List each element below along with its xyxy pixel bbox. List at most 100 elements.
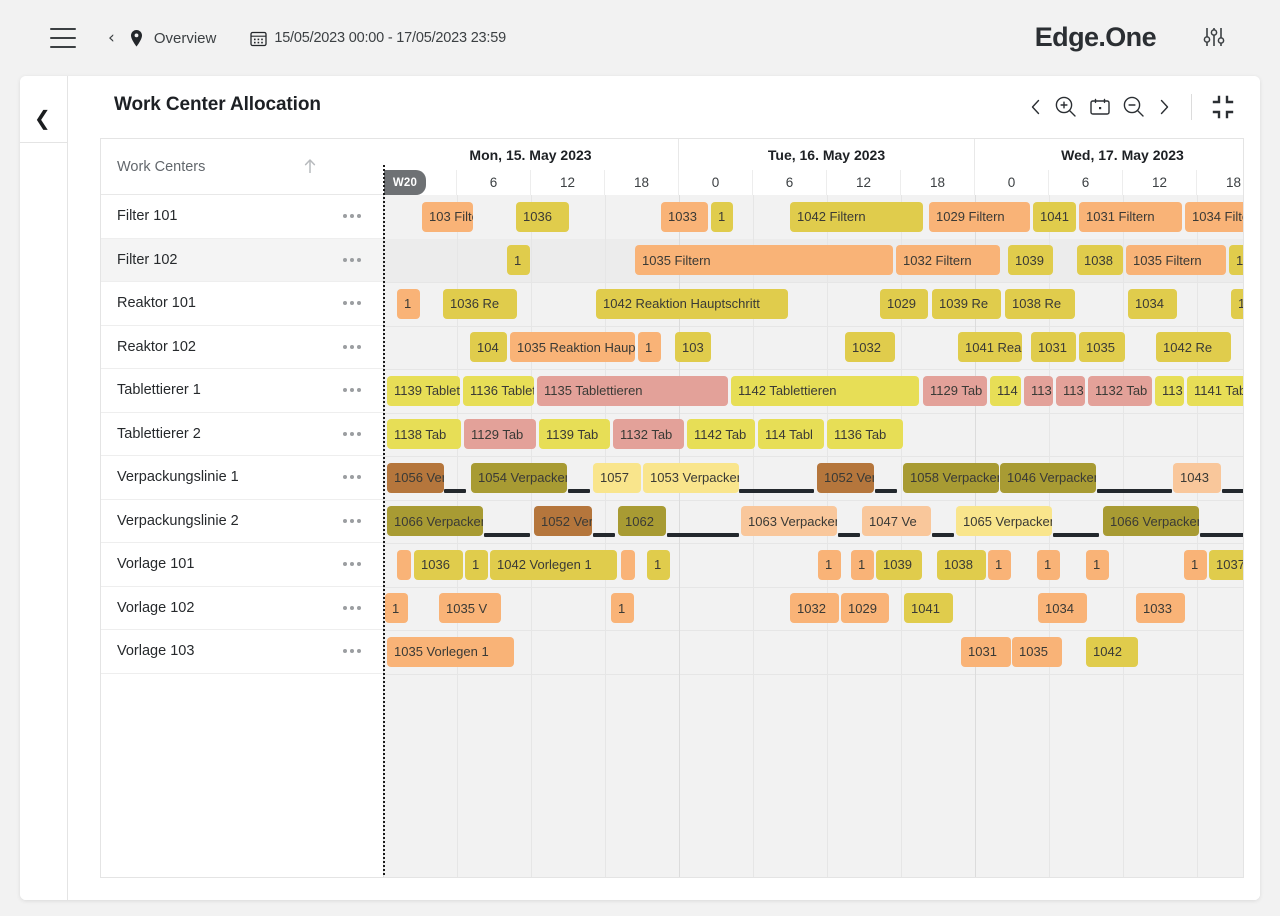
gantt-bar[interactable]: 1041 <box>1033 202 1076 232</box>
gantt-bar[interactable]: 1039 <box>1008 245 1053 275</box>
sidebar-item-vorlage-102[interactable]: Vorlage 102 <box>101 587 383 631</box>
gantt-bar[interactable]: 1129 Tab <box>464 419 536 449</box>
sliders-settings-icon[interactable] <box>1200 23 1228 56</box>
gantt-bar[interactable]: 1142 Tab <box>687 419 755 449</box>
gantt-bar[interactable]: 1046 Verpacken <box>1000 463 1096 493</box>
gantt-bar[interactable]: 103 <box>675 332 711 362</box>
gantt-bar[interactable]: 1135 Tablettieren <box>537 376 728 406</box>
gantt-bar[interactable]: 113 <box>1056 376 1085 406</box>
gantt-bar[interactable]: 1038 <box>937 550 986 580</box>
gantt-bar[interactable]: 1035 Filtern <box>635 245 893 275</box>
gantt-bar[interactable]: 1129 Tab <box>923 376 987 406</box>
ellipsis-icon[interactable] <box>343 475 361 479</box>
gantt-bar[interactable]: 1132 Tab <box>1088 376 1152 406</box>
gantt-bar[interactable]: 1 <box>1086 550 1109 580</box>
gantt-bar[interactable]: 1 <box>818 550 841 580</box>
gantt-bar[interactable]: 1034 <box>1128 289 1177 319</box>
gantt-bar[interactable]: 1052 Verpacken <box>534 506 592 536</box>
gantt-bar[interactable] <box>621 550 635 580</box>
gantt-bar[interactable]: 1031 <box>1031 332 1076 362</box>
sidebar-item-verpackungslinie-1[interactable]: Verpackungslinie 1 <box>101 456 383 500</box>
gantt-bar[interactable]: 1138 Tab <box>387 419 461 449</box>
gantt-bar[interactable]: 1034 Filtern <box>1185 202 1244 232</box>
gantt-bar[interactable]: 1132 Tab <box>613 419 684 449</box>
gantt-bar[interactable]: 1 <box>1037 550 1060 580</box>
sort-ascending-icon[interactable] <box>303 157 317 180</box>
gantt-bar[interactable]: 1136 Tablettieren <box>463 376 534 406</box>
gantt-bar[interactable]: 1042 Reaktion Hauptschritt <box>596 289 788 319</box>
gantt-bar[interactable]: 1058 Verpacken <box>903 463 999 493</box>
ellipsis-icon[interactable] <box>343 606 361 610</box>
gantt-bar[interactable]: 1035 Vorlegen 1 <box>387 637 514 667</box>
gantt-bar[interactable]: 1 <box>611 593 634 623</box>
gantt-bar[interactable]: 1039 <box>876 550 922 580</box>
gantt-bar[interactable]: 1029 <box>880 289 928 319</box>
gantt-bar[interactable]: 113 <box>1155 376 1184 406</box>
gantt-bar[interactable]: 1031 <box>961 637 1011 667</box>
gantt-bar[interactable]: 1066 Verpacken <box>1103 506 1199 536</box>
gantt-bar[interactable]: 103 Filtern <box>422 202 473 232</box>
date-range-selector[interactable]: 15/05/2023 00:00 - 17/05/2023 23:59 <box>250 30 506 47</box>
sidebar-item-reaktor-102[interactable]: Reaktor 102 <box>101 326 383 370</box>
gantt-bar[interactable]: 1033 <box>1136 593 1185 623</box>
gantt-bar[interactable]: 1042 Filtern <box>790 202 923 232</box>
gantt-bar[interactable]: 1038 <box>1077 245 1123 275</box>
gantt-bar[interactable]: 1035 V <box>439 593 501 623</box>
gantt-bar[interactable]: 1063 Verpacken <box>741 506 837 536</box>
gantt-bar[interactable]: 114 Tabl <box>758 419 824 449</box>
gantt-bar[interactable]: 1065 Verpacken <box>956 506 1052 536</box>
sidebar-item-vorlage-103[interactable]: Vorlage 103 <box>101 630 383 674</box>
gantt-bar[interactable]: 1035 <box>1079 332 1125 362</box>
gantt-bar[interactable] <box>397 550 411 580</box>
gantt-bar[interactable]: 1057 <box>593 463 641 493</box>
gantt-bar[interactable]: 1066 Verpacken <box>387 506 483 536</box>
gantt-bar[interactable]: 1032 Filtern <box>896 245 1000 275</box>
sidebar-item-vorlage-101[interactable]: Vorlage 101 <box>101 543 383 587</box>
ellipsis-icon[interactable] <box>343 562 361 566</box>
gantt-bar[interactable]: 1029 Filtern <box>929 202 1030 232</box>
gantt-bar[interactable]: 1038 Re <box>1005 289 1075 319</box>
gantt-bar[interactable]: 1062 <box>618 506 666 536</box>
work-centers-header[interactable]: Work Centers <box>101 139 383 195</box>
ellipsis-icon[interactable] <box>343 301 361 305</box>
gantt-bar[interactable]: 1 <box>465 550 488 580</box>
gantt-bar[interactable]: 1042 Re <box>1156 332 1231 362</box>
ellipsis-icon[interactable] <box>343 432 361 436</box>
gantt-bar[interactable]: 1035 Reaktion Hauptschritt <box>510 332 635 362</box>
gantt-bar[interactable]: 1042 <box>1086 637 1138 667</box>
gantt-bar[interactable]: 1142 Tablettieren <box>731 376 919 406</box>
sidebar-item-filter-102[interactable]: Filter 102 <box>101 239 383 283</box>
overview-label[interactable]: Overview <box>154 30 217 47</box>
gantt-bar[interactable]: 1042 Vorlegen 1 <box>490 550 617 580</box>
sidebar-item-tablettierer-1[interactable]: Tablettierer 1 <box>101 369 383 413</box>
gantt-bar[interactable]: 1033 <box>661 202 708 232</box>
ellipsis-icon[interactable] <box>343 649 361 653</box>
gantt-bar[interactable]: 114 <box>990 376 1021 406</box>
gantt-bar[interactable]: 1047 Ve <box>862 506 931 536</box>
gantt-bar[interactable]: 1036 <box>516 202 569 232</box>
next-period-button[interactable] <box>1151 90 1177 124</box>
zoom-in-button[interactable] <box>1049 90 1083 124</box>
compress-view-button[interactable] <box>1206 90 1240 124</box>
gantt-bar[interactable]: 1031 Filtern <box>1079 202 1182 232</box>
gantt-bar[interactable]: 1139 Tablettieren <box>387 376 460 406</box>
gantt-bar[interactable]: 1053 Verpacken <box>643 463 739 493</box>
gantt-bar[interactable]: 1041 Reaktion <box>958 332 1022 362</box>
prev-period-button[interactable] <box>1023 90 1049 124</box>
gantt-bar[interactable]: 1039 Re <box>932 289 1001 319</box>
gantt-bar[interactable]: 1035 <box>1012 637 1062 667</box>
gantt-bar[interactable]: 1 <box>385 593 408 623</box>
gantt-bar[interactable]: 1032 <box>845 332 895 362</box>
gantt-bar[interactable]: 1 <box>988 550 1011 580</box>
collapse-sidebar-icon[interactable]: ❮ <box>34 108 51 128</box>
gantt-bar[interactable]: 1 <box>1184 550 1207 580</box>
ellipsis-icon[interactable] <box>343 519 361 523</box>
gantt-bar[interactable]: 1139 Tab <box>539 419 610 449</box>
ellipsis-icon[interactable] <box>343 214 361 218</box>
gantt-bar[interactable]: 1035 Filtern <box>1126 245 1226 275</box>
gantt-bar[interactable]: 1033 <box>1231 289 1244 319</box>
gantt-bar[interactable]: 1056 Verpacken <box>387 463 444 493</box>
gantt-bar[interactable]: 1141 Tab <box>1187 376 1244 406</box>
gantt-bar[interactable]: 1029 <box>841 593 889 623</box>
gantt-bar[interactable]: 1042 <box>1229 245 1244 275</box>
